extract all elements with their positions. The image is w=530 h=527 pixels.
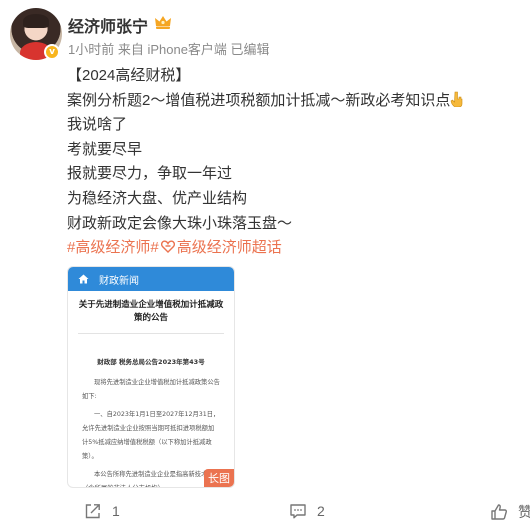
post-line: 我说啥了 [67,116,128,134]
share-count: 1 [112,503,120,519]
card-paragraph: 一、自2023年1月1日至2027年12月31日，允许先进制造业企业按照当期可抵… [82,411,220,460]
card-paragraph: 本公告所称先进制造业企业是指高新技术企业（含所属的非法人分支机构） [82,471,220,487]
card-title: 关于先进制造业企业增值税加计抵减政策的公告 [78,300,224,323]
topics-row: #高级经济师# 高级经济师超话 [67,236,507,261]
share-button[interactable]: 1 [84,502,120,520]
comment-button[interactable]: 2 [289,502,325,520]
post-line: 财政新政定会像大珠小珠落玉盘～ [67,214,293,232]
post-line: 考就要尽早 [67,140,143,158]
card-divider [78,333,224,334]
post-body: 【2024高经财税】 案例分析题2～增值税进项税额加计抵减～新政必考知识点 我说… [67,64,507,261]
thumbs-up-icon [491,504,507,520]
post-line: 【2024高经财税】 [67,67,191,84]
topic-link[interactable]: #高级经济师# [67,239,159,256]
comment-count: 2 [317,503,325,519]
post-meta: 1小时前 来自 iPhone客户端 已编辑 [68,42,270,57]
long-image-card[interactable]: 财政新闻 关于先进制造业企业增值税加计抵减政策的公告 财政部 税务总局公告202… [67,266,235,488]
super-topic-icon [160,240,175,254]
action-bar: 1 2 赞 [0,494,530,527]
post-header: v 经济师张宁 1小时前 来自 iPhone客户端 已编辑 [10,8,520,66]
comment-icon [290,504,306,519]
card-nav-bar: 财政新闻 [68,267,234,291]
card-nav-label: 财政新闻 [99,275,139,287]
post-line: 为稳经济大盘、优产业结构 [67,189,248,207]
super-topic-link[interactable]: 高级经济师超话 [177,239,282,256]
post-line: 案例分析题2～增值税进项税额加计抵减～新政必考知识点 [67,89,507,114]
home-icon [78,274,89,284]
author-name[interactable]: 经济师张宁 [68,13,148,37]
card-subtitle: 财政部 税务总局公告2023年第43号 [97,358,205,366]
post-line: 报就要尽力，争取一年过 [67,165,233,183]
like-button[interactable]: 赞 [490,502,530,522]
card-paragraph: 现将先进制造业企业增值税加计抵减政策公告如下: [82,379,220,400]
pointing-hand-icon [451,91,463,107]
share-icon [85,504,100,519]
crown-icon [155,16,171,29]
long-image-badge: 长图 [204,469,234,487]
verified-badge-icon: v [44,44,60,60]
like-label: 赞 [518,504,530,520]
post-line-text: 案例分析题2～增值税进项税额加计抵减～新政必考知识点 [67,91,451,109]
